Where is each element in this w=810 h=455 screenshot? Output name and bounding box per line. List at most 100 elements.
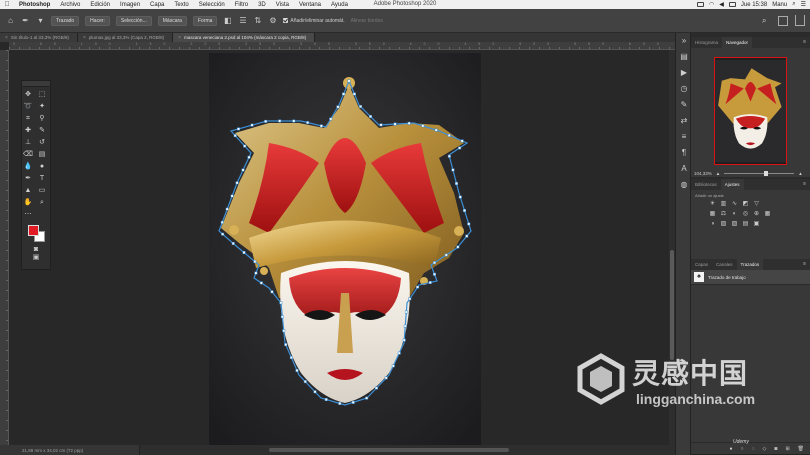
zoom-slider-handle[interactable] [764, 170, 769, 176]
tab-ajustes[interactable]: Ajustes [720, 179, 744, 190]
eraser-icon[interactable]: ⌫ [22, 149, 34, 160]
search-icon[interactable]: ⌕ [762, 16, 772, 26]
photo-filter-icon[interactable]: ◎ [742, 211, 749, 218]
healing-brush-icon[interactable]: ✚ [22, 125, 34, 136]
path-anchor-point[interactable] [402, 338, 406, 342]
trash-icon[interactable]: 🗑 [798, 446, 804, 452]
path-anchor-point[interactable] [270, 290, 274, 294]
path-anchor-point[interactable] [282, 329, 286, 333]
path-anchor-point[interactable] [404, 310, 408, 314]
path-anchor-point[interactable] [447, 154, 451, 158]
menu-imagen[interactable]: Imagen [115, 2, 145, 8]
path-anchor-point[interactable] [456, 245, 460, 249]
clock[interactable]: Jue 15:38 [741, 2, 767, 8]
control-center-icon[interactable]: ☰ [801, 1, 806, 8]
menu-texto[interactable]: Texto [169, 2, 193, 8]
crop-tool-icon[interactable]: ⌗ [22, 113, 34, 124]
selective-color-icon[interactable]: ▣ [753, 221, 760, 228]
ruler-horizontal[interactable]: 0 50 100 150 200 250 300 350 400 450 500… [9, 42, 675, 50]
chevron-down-icon[interactable]: ▾ [36, 16, 45, 25]
path-anchor-point[interactable] [319, 124, 323, 128]
menu-ayuda[interactable]: Ayuda [326, 2, 353, 8]
menu-archivo[interactable]: Archivo [55, 2, 85, 8]
path-anchor-point[interactable] [295, 369, 299, 372]
marquee-tool-icon[interactable]: ⬚ [36, 89, 48, 100]
path-anchor-point[interactable] [455, 182, 458, 185]
magic-wand-icon[interactable]: ✦ [36, 101, 48, 112]
curves-icon[interactable]: ∿ [731, 201, 738, 208]
levels-icon[interactable]: ▥ [720, 201, 727, 208]
path-anchor-point[interactable] [397, 351, 401, 355]
menu-3d[interactable]: 3D [253, 2, 271, 8]
zoom-tool-icon[interactable]: ⌕ [36, 197, 48, 208]
lasso-tool-icon[interactable]: ➰ [22, 101, 34, 112]
pen-tool-icon[interactable]: ✒ [22, 173, 34, 184]
path-anchor-point[interactable] [369, 115, 372, 118]
workspace-icon[interactable] [778, 16, 788, 26]
history-brush-icon[interactable]: ↺ [36, 137, 48, 148]
path-anchor-point[interactable] [231, 242, 235, 245]
home-icon[interactable]: ⌂ [6, 16, 15, 25]
path-anchor-point[interactable] [352, 92, 356, 96]
foreground-color-swatch[interactable] [28, 225, 39, 236]
path-anchor-point[interactable] [250, 123, 254, 127]
menu-edicion[interactable]: Edición [85, 2, 115, 8]
vibrance-icon[interactable]: ▽ [753, 201, 760, 208]
close-icon[interactable]: × [83, 35, 86, 41]
path-selection-icon[interactable]: ▲ [22, 185, 34, 196]
edit-toolbar-icon[interactable] [36, 209, 48, 220]
menu-filtro[interactable]: Filtro [230, 2, 253, 8]
share-icon[interactable] [795, 15, 805, 26]
volume-icon[interactable]: ◀ [719, 1, 724, 8]
close-icon[interactable]: × [178, 35, 181, 41]
path-row-work-path[interactable]: ♠ Trazado de trabajo [691, 270, 810, 285]
zoom-level[interactable]: 104,33% [694, 171, 712, 176]
brush-settings-icon[interactable]: ✎ [676, 97, 692, 113]
path-anchor-point[interactable] [253, 260, 257, 263]
tab-trazados[interactable]: Trazados [736, 259, 764, 270]
actions-icon[interactable]: ▶ [676, 65, 692, 81]
zoom-slider[interactable] [724, 170, 795, 176]
character-icon[interactable]: A [676, 161, 692, 177]
menu-capa[interactable]: Capa [145, 2, 169, 8]
path-anchor-point[interactable] [458, 195, 462, 199]
color-lookup-icon[interactable]: ▦ [764, 211, 771, 218]
path-anchor-point[interactable] [289, 356, 293, 360]
path-anchor-point[interactable] [365, 396, 369, 400]
path-anchor-point[interactable] [313, 390, 317, 394]
path-anchor-point[interactable] [434, 128, 438, 132]
properties-icon[interactable]: ≡ [676, 129, 692, 145]
path-anchor-point[interactable] [264, 119, 268, 123]
clone-stamp-icon[interactable]: ⊥ [22, 137, 34, 148]
path-anchor-point[interactable] [243, 144, 247, 148]
path-operations-icon[interactable]: ◧ [223, 16, 232, 25]
auto-add-delete-checkbox[interactable]: Añadir/eliminar automát. [283, 18, 345, 24]
path-anchor-point[interactable] [447, 133, 451, 137]
stroke-path-icon[interactable]: ○ [741, 446, 744, 452]
path-anchor-point[interactable] [242, 251, 246, 254]
tab-sin-titulo[interactable]: × Sin título-1 al 33,3% (RGB/8) [0, 33, 78, 42]
path-anchor-point[interactable] [384, 376, 388, 380]
path-anchor-point[interactable] [433, 261, 436, 265]
gear-icon[interactable]: ⚙ [268, 16, 277, 25]
path-anchor-point[interactable] [347, 79, 351, 83]
path-anchor-point[interactable] [280, 315, 284, 319]
path-anchor-point[interactable] [451, 168, 455, 172]
path-anchor-point[interactable] [375, 386, 378, 390]
panel-menu-icon[interactable]: ≡ [803, 181, 806, 187]
menu-photoshop[interactable]: Photoshop [14, 2, 55, 8]
path-anchor-point[interactable] [237, 127, 240, 131]
ruler-vertical[interactable] [0, 50, 9, 445]
path-alignment-icon[interactable]: ☰ [238, 16, 247, 25]
tab-histograma[interactable]: Histograma [691, 37, 722, 48]
tab-plumas[interactable]: × plumas.jpg al 33,3% (Capa 2, RGB/8) [77, 33, 174, 42]
glyphs-icon[interactable]: ◍ [676, 177, 692, 193]
path-anchor-point[interactable] [241, 168, 245, 172]
path-anchor-point[interactable] [342, 92, 346, 96]
make-mask-button[interactable]: Máscara [157, 15, 187, 26]
path-anchor-point[interactable] [458, 146, 462, 150]
eyedropper-icon[interactable]: ⚲ [36, 113, 48, 124]
panel-menu-icon[interactable]: ≡ [803, 261, 806, 267]
path-anchor-point[interactable] [279, 301, 283, 305]
path-anchor-point[interactable] [292, 119, 296, 123]
